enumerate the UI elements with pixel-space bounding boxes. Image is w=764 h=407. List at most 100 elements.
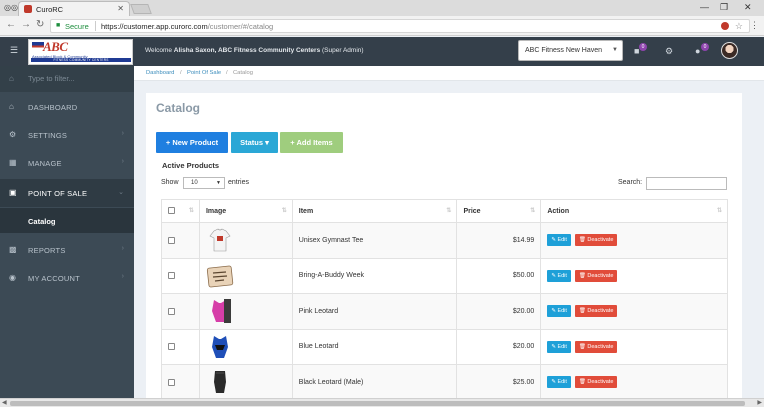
column-header-price[interactable]: Price ⇅: [456, 199, 542, 223]
user-circle-icon: ◉: [9, 273, 16, 282]
avatar[interactable]: [721, 42, 738, 59]
select-all-checkbox[interactable]: [168, 207, 175, 215]
add-items-button[interactable]: + Add Items: [280, 132, 343, 153]
home-icon: ⌂: [9, 102, 14, 111]
extension-icon[interactable]: [721, 22, 729, 30]
select-all-cell: ⇅: [161, 199, 200, 223]
close-tab-icon[interactable]: ✕: [117, 4, 124, 13]
item-price: $50.00: [456, 257, 542, 294]
chevron-right-icon: ›: [121, 130, 124, 137]
sidebar-item-my-account[interactable]: ◉ MY ACCOUNT ›: [0, 264, 134, 292]
chevron-right-icon: ›: [121, 245, 124, 252]
sidebar-item-manage[interactable]: ▦ MANAGE ›: [0, 149, 134, 177]
table-row: Black Leotard (Male) $25.00 ✎ Edit 🗑 Dea…: [161, 364, 728, 401]
chevron-right-icon: ›: [121, 158, 124, 165]
hamburger-menu-icon[interactable]: ☰: [10, 45, 18, 56]
section-label: Active Products: [162, 161, 220, 170]
breadcrumb: Dashboard / Point Of Sale / Catalog: [134, 66, 764, 81]
new-product-button[interactable]: + New Product: [156, 132, 228, 153]
table-row: Blue Leotard $20.00 ✎ Edit 🗑 Deactivate: [161, 328, 728, 365]
column-header-item[interactable]: Item ⇅: [291, 199, 458, 223]
sort-icon: ⇅: [530, 208, 536, 214]
bookmark-star-icon[interactable]: ☆: [735, 21, 743, 32]
column-header-image[interactable]: Image ⇅: [198, 199, 293, 223]
sidebar-item-dashboard[interactable]: ⌂ DASHBOARD: [0, 93, 134, 121]
row-checkbox[interactable]: [168, 343, 175, 351]
item-price: $20.00: [456, 328, 542, 365]
table-row: Pink Leotard $20.00 ✎ Edit 🗑 Deactivate: [161, 293, 728, 330]
search-input[interactable]: [646, 177, 727, 190]
lock-icon: ■: [56, 22, 61, 29]
sidebar-item-settings[interactable]: ⚙ SETTINGS ›: [0, 121, 134, 149]
row-checkbox[interactable]: [168, 272, 175, 280]
sidebar-filter[interactable]: ⌂ Type to filter...: [0, 66, 134, 92]
horizontal-scrollbar[interactable]: ◀ ▶: [0, 398, 764, 407]
settings-icon[interactable]: ⚙: [665, 46, 673, 57]
edit-button[interactable]: ✎ Edit: [547, 234, 571, 247]
product-image-black-leotard: [206, 368, 234, 396]
search-label: Search:: [618, 179, 643, 186]
scroll-left-icon[interactable]: ◀: [2, 399, 7, 406]
filter-input[interactable]: Type to filter...: [28, 74, 75, 83]
forward-icon[interactable]: →: [21, 19, 31, 30]
breadcrumb-point-of-sale[interactable]: Point Of Sale: [187, 70, 221, 76]
browser-tab[interactable]: CuroRC ✕: [18, 1, 130, 16]
row-checkbox[interactable]: [168, 236, 175, 244]
breadcrumb-dashboard[interactable]: Dashboard: [146, 70, 174, 76]
deactivate-button[interactable]: 🗑 Deactivate: [574, 340, 618, 353]
sort-icon: ⇅: [281, 208, 287, 214]
gear-icon: ⚙: [9, 130, 17, 139]
maximize-icon[interactable]: ❐: [720, 2, 728, 13]
url-input[interactable]: ■ Secure https://customer.app.curorc.com…: [50, 19, 750, 33]
browser-menu-icon[interactable]: ⋮: [750, 20, 759, 31]
table-row: Bring-A-Buddy Week $50.00 ✎ Edit 🗑 Deact…: [161, 257, 728, 294]
deactivate-button[interactable]: 🗑 Deactivate: [574, 376, 618, 389]
products-table: ⇅ Image ⇅ Item ⇅ Price ⇅ Action ⇅ Unisex Gym…: [161, 199, 728, 401]
item-price: $14.99: [456, 222, 542, 259]
item-name: Unisex Gymnast Tee: [291, 222, 458, 259]
edit-button[interactable]: ✎ Edit: [547, 269, 571, 282]
browser-tab-bar: ◎◎ CuroRC ✕ — ❐ ✕: [0, 0, 764, 16]
status-dropdown-button[interactable]: Status ▾: [231, 132, 278, 153]
edit-button[interactable]: ✎ Edit: [547, 305, 571, 318]
notifications-badge: 0: [639, 43, 647, 51]
item-name: Blue Leotard: [291, 328, 458, 365]
sort-icon[interactable]: ⇅: [189, 207, 194, 214]
deactivate-button[interactable]: 🗑 Deactivate: [574, 305, 618, 318]
column-header-action[interactable]: Action ⇅: [540, 199, 728, 223]
address-bar: ← → ↻ ■ Secure https://customer.app.curo…: [0, 16, 764, 36]
app-header: ☰ ABC Associated Block & Community FITNE…: [0, 37, 764, 66]
row-checkbox[interactable]: [168, 307, 175, 315]
item-name: Pink Leotard: [291, 293, 458, 330]
sidebar-item-reports[interactable]: ▩ REPORTS ›: [0, 236, 134, 264]
catalog-panel: Catalog + New Product Status ▾ + Add Ite…: [146, 93, 742, 407]
minimize-icon[interactable]: —: [700, 2, 709, 12]
scroll-right-icon[interactable]: ▶: [757, 399, 762, 406]
location-select[interactable]: ABC Fitness New Haven ▼: [518, 40, 623, 61]
edit-button[interactable]: ✎ Edit: [547, 340, 571, 353]
scrollbar-thumb[interactable]: [10, 401, 745, 406]
entries-select[interactable]: 10 ▼: [183, 177, 225, 189]
sidebar-item-point-of-sale[interactable]: ▣ POINT OF SALE ⌄: [0, 179, 134, 207]
item-name: Black Leotard (Male): [291, 364, 458, 401]
home-filter-icon: ⌂: [9, 74, 14, 83]
cart-icon: ▣: [9, 188, 17, 197]
deactivate-button[interactable]: 🗑 Deactivate: [574, 269, 618, 282]
close-window-icon[interactable]: ✕: [744, 2, 752, 13]
edit-button[interactable]: ✎ Edit: [547, 376, 571, 389]
breadcrumb-catalog: Catalog: [233, 70, 253, 76]
deactivate-button[interactable]: 🗑 Deactivate: [574, 234, 618, 247]
sidebar: ⌂ Type to filter... ⌂ DASHBOARD ⚙ SETTIN…: [0, 66, 134, 407]
reload-icon[interactable]: ↻: [36, 19, 44, 30]
sidebar-subitem-catalog[interactable]: Catalog: [0, 208, 134, 233]
messages-icon[interactable]: ●: [695, 46, 700, 56]
row-checkbox[interactable]: [168, 378, 175, 386]
welcome-text: Welcome Alisha Saxon, ABC Fitness Commun…: [145, 47, 364, 54]
table-header-row: ⇅ Image ⇅ Item ⇅ Price ⇅ Action ⇅: [161, 199, 728, 223]
back-icon[interactable]: ←: [6, 19, 16, 30]
product-image-blue-leotard: [206, 333, 234, 361]
item-price: $20.00: [456, 293, 542, 330]
new-tab-button[interactable]: [130, 4, 152, 14]
logo[interactable]: ABC Associated Block & Community FITNESS…: [28, 39, 133, 65]
chevron-right-icon: ›: [121, 273, 124, 280]
